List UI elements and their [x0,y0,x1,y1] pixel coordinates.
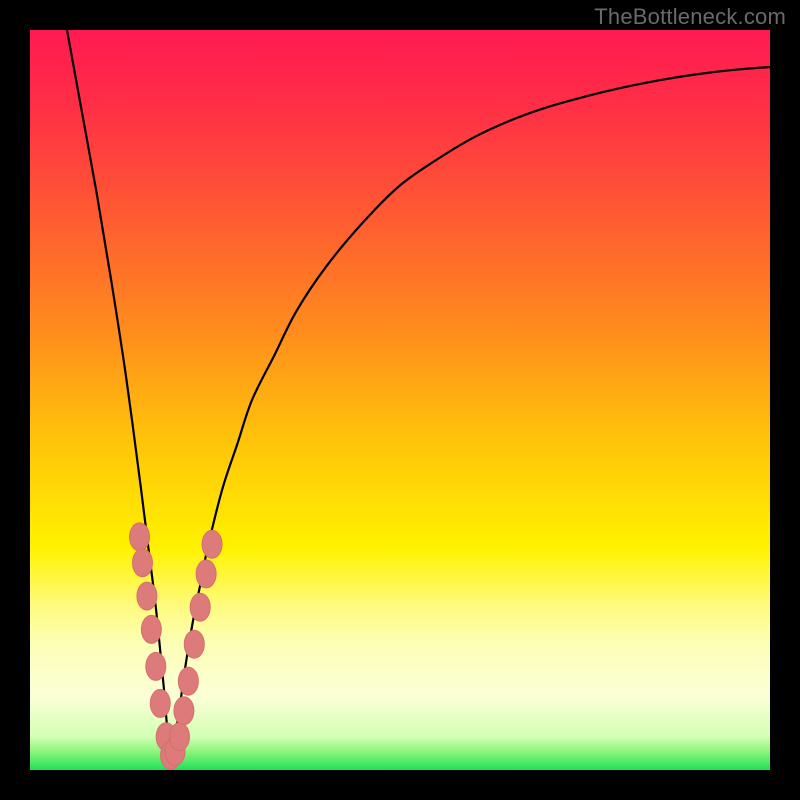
data-marker [184,630,204,658]
data-marker [169,723,189,751]
data-marker [146,652,166,680]
data-marker [130,523,150,551]
data-marker [150,689,170,717]
gradient-background [30,30,770,770]
watermark-text: TheBottleneck.com [594,4,786,30]
data-marker [132,549,152,577]
data-marker [196,560,216,588]
data-marker [202,530,222,558]
data-marker [178,667,198,695]
bottleneck-chart [30,30,770,770]
data-marker [141,615,161,643]
data-marker [137,582,157,610]
plot-area [30,30,770,770]
chart-frame: TheBottleneck.com [0,0,800,800]
data-marker [174,697,194,725]
data-marker [190,593,210,621]
